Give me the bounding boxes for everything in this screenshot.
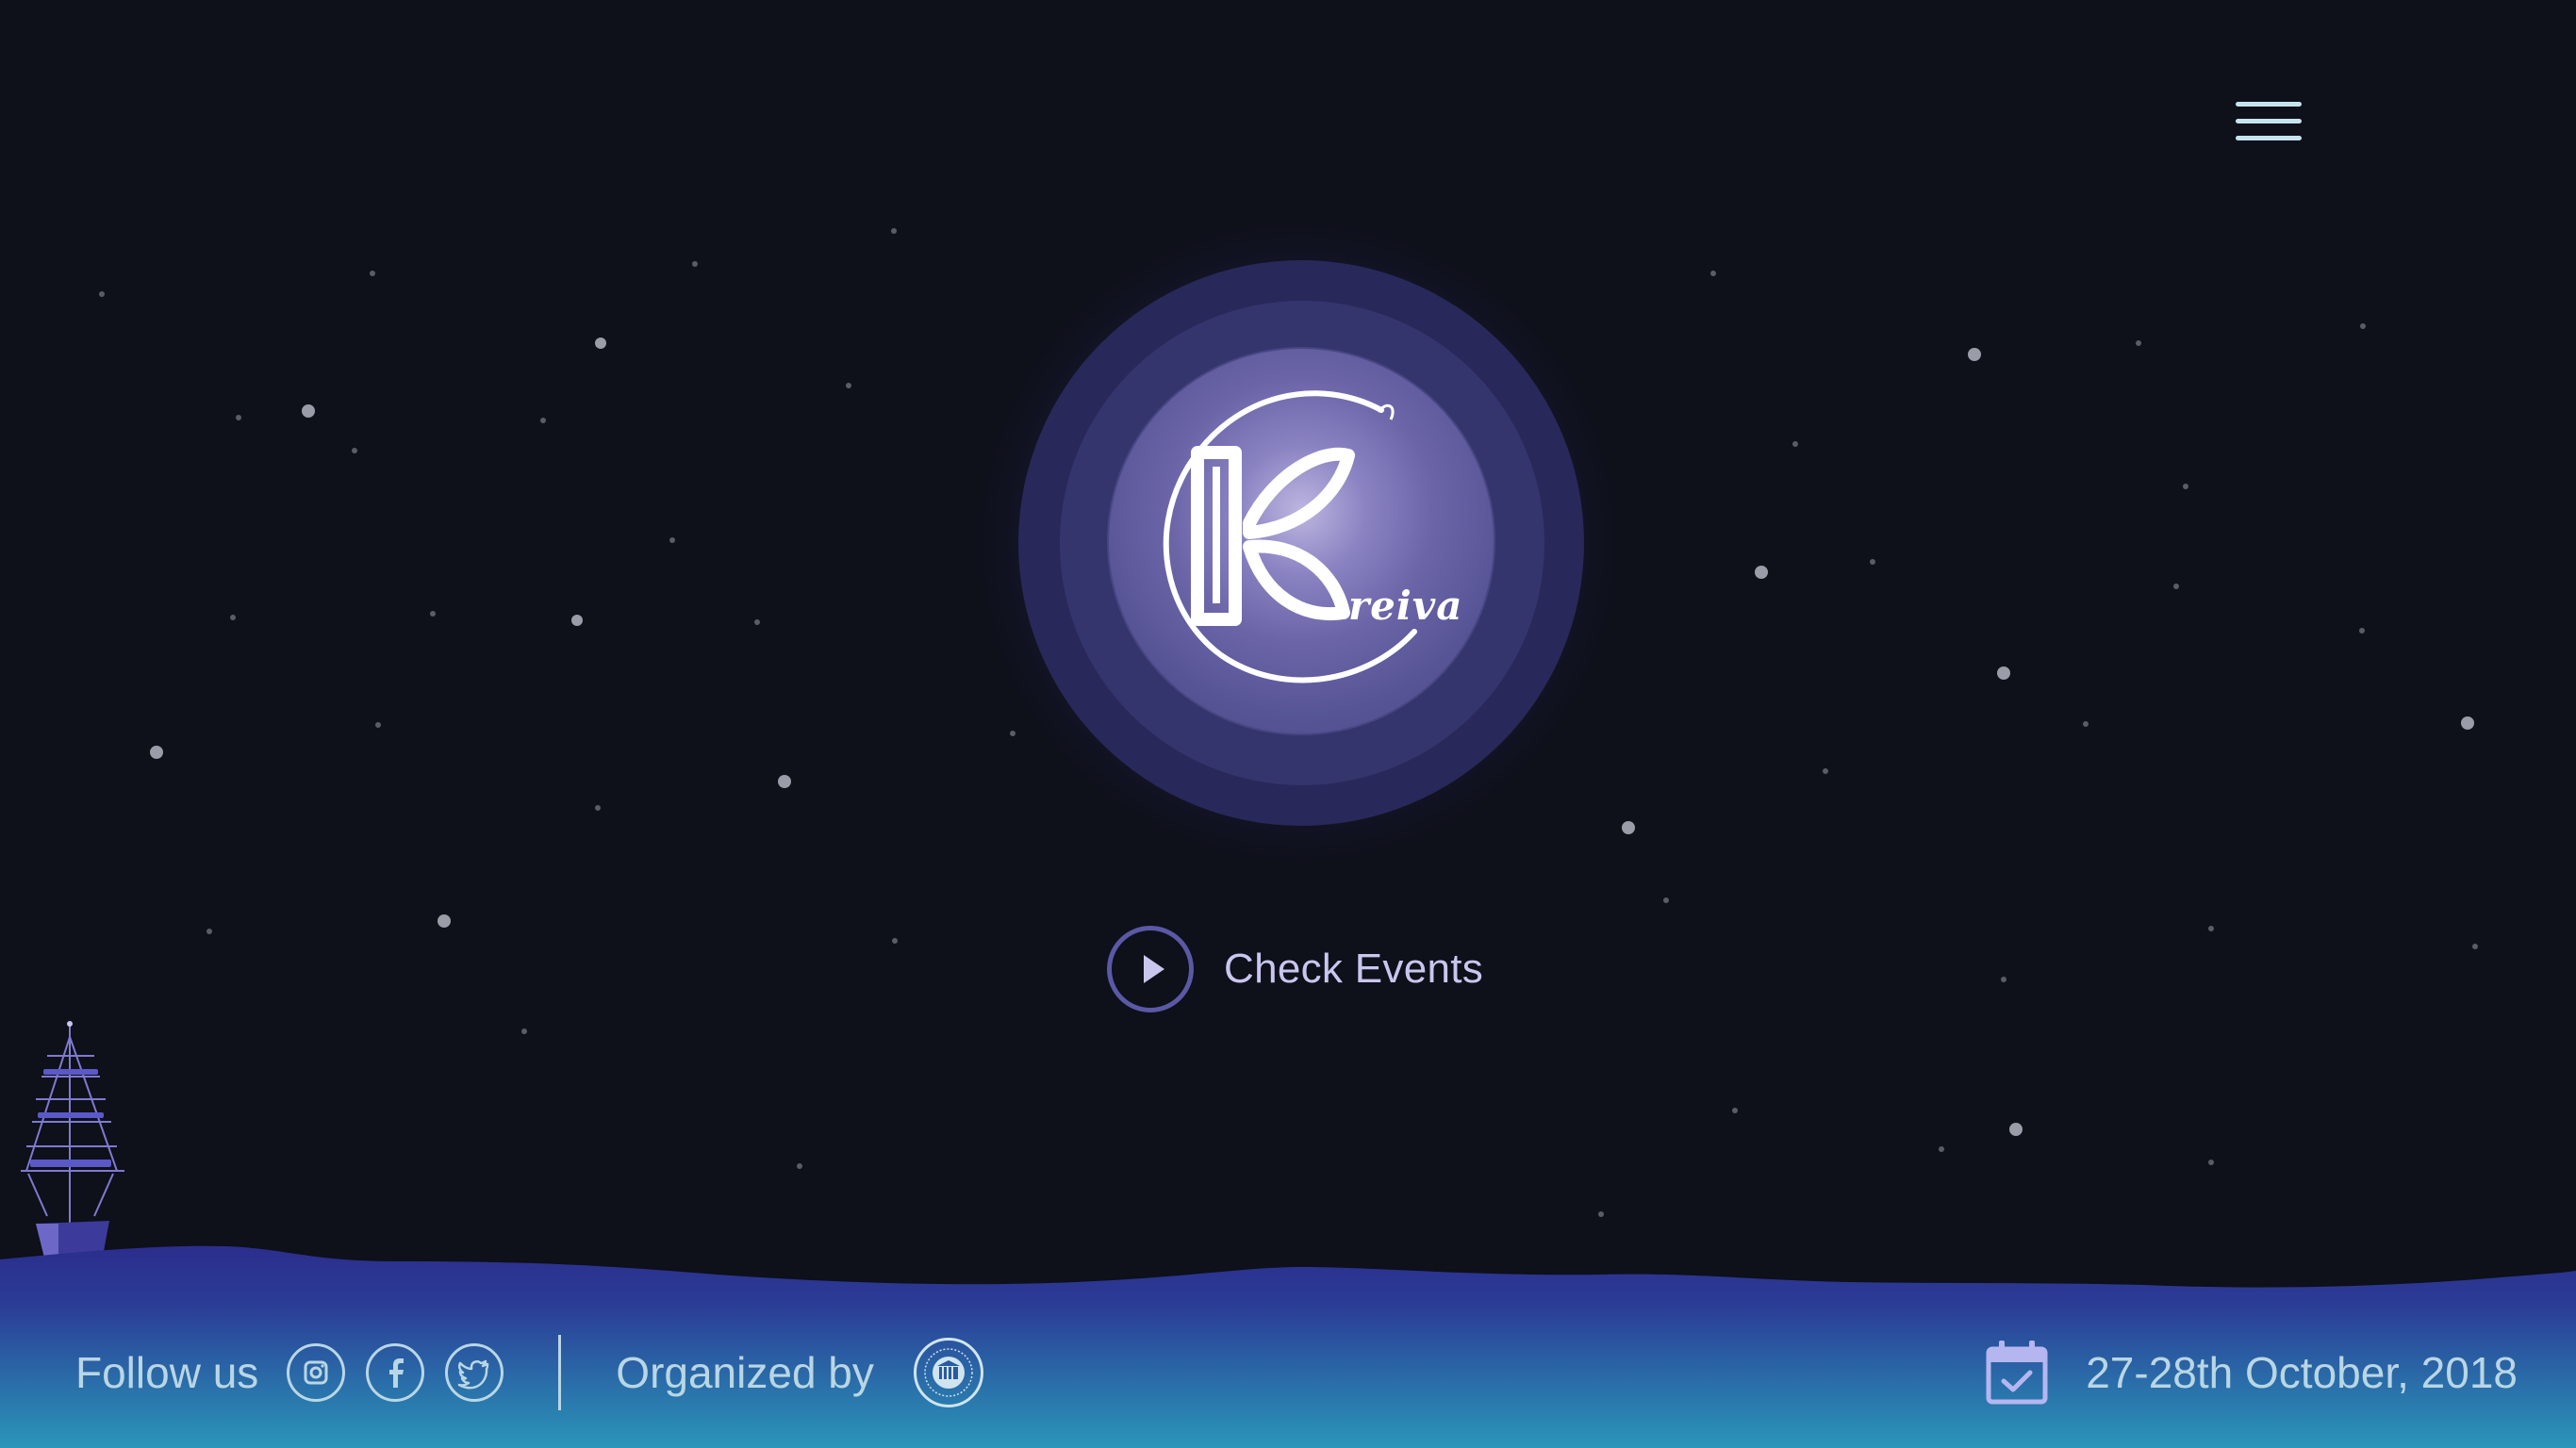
kreiva-logo xyxy=(1163,390,1417,683)
star xyxy=(595,337,606,349)
star xyxy=(2359,628,2365,634)
star xyxy=(302,404,315,418)
star xyxy=(1792,441,1798,447)
star xyxy=(2001,977,2006,982)
star xyxy=(430,611,436,617)
star xyxy=(595,805,601,811)
star xyxy=(521,1028,527,1034)
star xyxy=(1010,731,1016,736)
star xyxy=(1870,559,1875,565)
star xyxy=(891,228,897,234)
footer-left: Follow us Organized by xyxy=(75,1335,983,1410)
star xyxy=(99,291,105,297)
star xyxy=(1622,821,1635,834)
star xyxy=(2360,323,2366,329)
star xyxy=(2136,340,2141,346)
menu-line-bottom xyxy=(2236,136,2302,140)
star xyxy=(1968,348,1981,361)
star xyxy=(236,415,241,420)
star xyxy=(438,914,451,928)
star xyxy=(1598,1211,1604,1217)
event-date: 27-28th October, 2018 xyxy=(2086,1348,2518,1397)
star xyxy=(1997,666,2010,680)
facebook-icon[interactable] xyxy=(366,1343,425,1402)
star xyxy=(2009,1123,2023,1136)
star xyxy=(2461,716,2474,730)
menu-line-top xyxy=(2236,102,2302,107)
star xyxy=(1663,897,1669,903)
star xyxy=(375,722,381,728)
logo-wordmark: reiva xyxy=(1348,583,1463,629)
organized-by-label: Organized by xyxy=(616,1348,874,1397)
play-circle-icon xyxy=(1107,926,1194,1012)
star xyxy=(797,1163,802,1169)
star xyxy=(846,383,851,388)
menu-line-middle xyxy=(2236,119,2302,123)
star xyxy=(1732,1108,1738,1113)
star xyxy=(1823,768,1828,774)
star xyxy=(352,448,357,453)
star xyxy=(892,938,898,944)
star xyxy=(754,619,760,625)
follow-us-label: Follow us xyxy=(75,1348,259,1397)
star xyxy=(206,929,212,934)
star xyxy=(1939,1146,1944,1152)
star xyxy=(571,615,583,626)
star xyxy=(2472,944,2478,949)
star xyxy=(2208,1160,2214,1165)
star xyxy=(230,615,236,620)
star xyxy=(150,746,163,759)
star xyxy=(778,775,791,788)
hamburger-menu-button[interactable] xyxy=(2225,92,2312,151)
star xyxy=(540,418,546,423)
star xyxy=(1710,271,1716,276)
twitter-icon[interactable] xyxy=(445,1343,504,1402)
star xyxy=(692,261,698,267)
footer-right: 27-28th October, 2018 xyxy=(1986,1337,2518,1408)
check-events-label: Check Events xyxy=(1224,946,1484,992)
star xyxy=(2208,926,2214,931)
calendar-check-icon xyxy=(1986,1341,2048,1405)
star xyxy=(669,537,675,543)
footer-divider xyxy=(558,1335,562,1410)
star xyxy=(1755,566,1768,579)
star xyxy=(2183,484,2188,489)
star xyxy=(370,271,375,276)
instagram-icon[interactable] xyxy=(287,1343,346,1402)
star xyxy=(2083,721,2089,727)
star xyxy=(2173,584,2179,589)
iiit-seal-icon[interactable] xyxy=(913,1338,983,1407)
check-events-button[interactable]: Check Events xyxy=(1107,920,1483,1018)
